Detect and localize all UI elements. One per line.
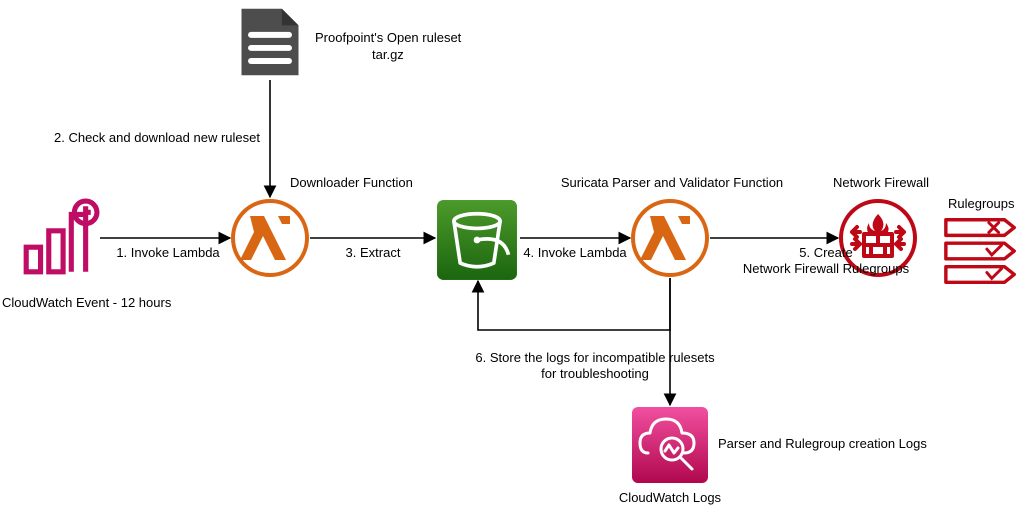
ruleset-file-subtitle: tar.gz	[372, 47, 432, 63]
cloudwatch-event-icon	[18, 198, 100, 280]
cw-logs-label: CloudWatch Logs	[610, 490, 730, 506]
edge-label-1: 1. Invoke Lambda	[108, 245, 228, 261]
edge-label-6: 6. Store the logs for incompatible rules…	[450, 350, 740, 383]
cloudwatch-event-label: CloudWatch Event - 12 hours	[2, 295, 212, 311]
rulegroups-label: Rulegroups	[948, 196, 1028, 212]
file-icon	[232, 4, 308, 80]
edge-label-4: 4. Invoke Lambda	[520, 245, 630, 261]
rulegroups-icon	[940, 210, 1024, 294]
firewall-label: Network Firewall	[826, 175, 936, 191]
edge-label-5: 5. Create Network Firewall Rulegroups	[736, 245, 916, 278]
s3-bucket-icon	[435, 198, 519, 282]
edge-label-2: 2. Check and download new ruleset	[54, 130, 274, 146]
lambda-icon	[630, 198, 710, 278]
parser-label: Suricata Parser and Validator Function	[552, 175, 792, 191]
edge-store-logs	[478, 278, 670, 330]
cloudwatch-logs-icon	[630, 405, 710, 485]
downloader-label: Downloader Function	[290, 175, 440, 191]
edge-label-3: 3. Extract	[338, 245, 408, 261]
ruleset-file-title: Proofpoint's Open ruleset	[315, 30, 485, 46]
cw-logs-side-label: Parser and Rulegroup creation Logs	[718, 436, 958, 452]
lambda-icon	[230, 198, 310, 278]
